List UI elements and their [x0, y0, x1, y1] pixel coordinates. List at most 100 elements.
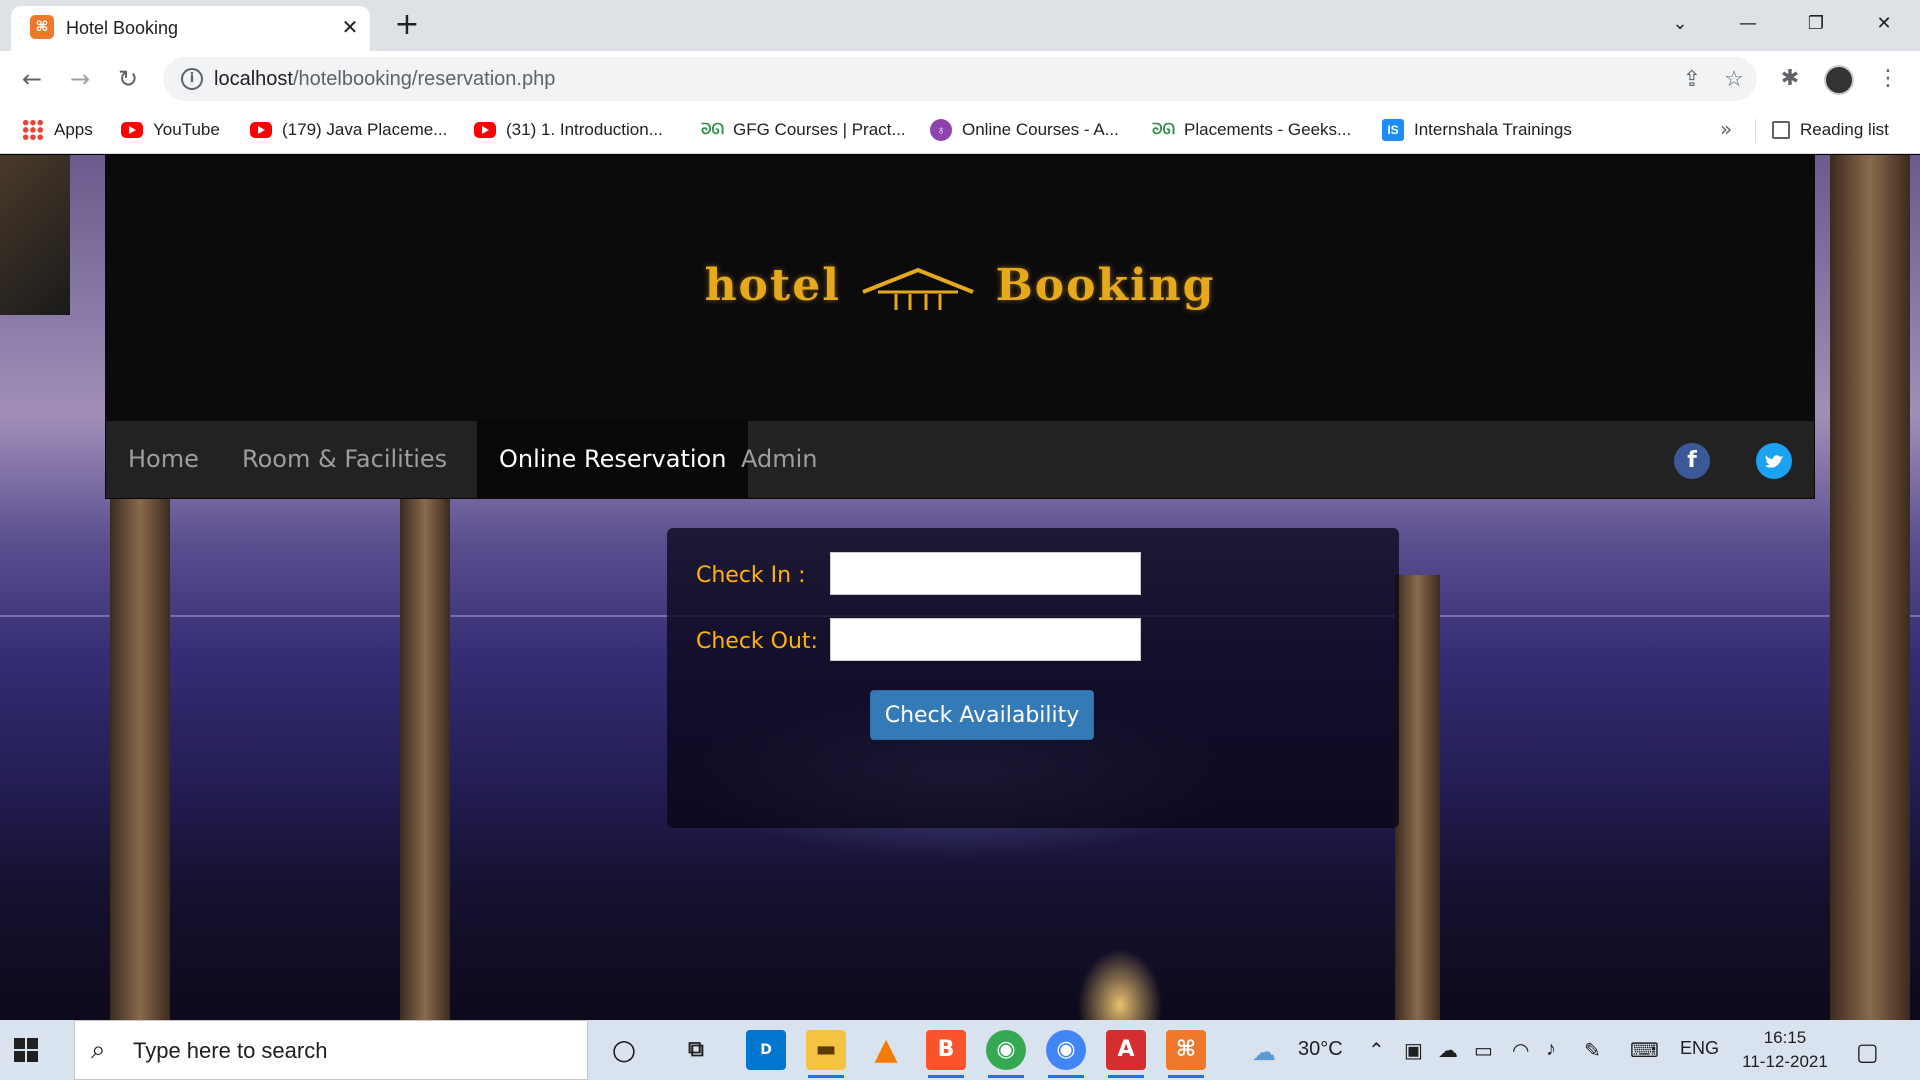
weather-temperature[interactable]: 30°C [1298, 1038, 1343, 1061]
wifi-icon[interactable]: ◠ [1512, 1038, 1529, 1063]
onedrive-cloud-icon[interactable]: ☁ [1438, 1038, 1458, 1063]
bookmark-youtube[interactable]: YouTube [121, 115, 220, 145]
url-path: /hotelbooking/reservation.php [292, 68, 556, 90]
notifications-icon[interactable]: ▢ [1856, 1038, 1879, 1067]
url-text[interactable]: localhost/hotelbooking/reservation.php [214, 68, 555, 91]
site-logo[interactable]: hotel Booking [105, 260, 1815, 314]
windows-taskbar: ⌕ Type here to search ○ ⧉ D ▬ ▲ B ◉ ◉ A … [0, 1020, 1920, 1080]
palm-trunk-decoration [110, 485, 170, 1020]
clock-date: 11-12-2021 [1742, 1052, 1828, 1071]
bookmark-introduction[interactable]: (31) 1. Introduction... [474, 115, 663, 145]
xampp-icon[interactable]: ⌘ [1166, 1030, 1206, 1078]
bookmark-label: (179) Java Placeme... [282, 120, 448, 139]
volume-icon[interactable]: ♪ [1546, 1038, 1556, 1061]
bookmark-internshala[interactable]: IS Internshala Trainings [1382, 115, 1572, 145]
vlc-icon[interactable]: ▲ [866, 1030, 906, 1070]
dell-app-icon[interactable]: D [746, 1030, 786, 1070]
nav-room-facilities[interactable]: Room & Facilities [220, 421, 469, 498]
language-indicator[interactable]: ENG [1680, 1038, 1719, 1059]
nav-home[interactable]: Home [106, 421, 221, 498]
bookmark-star-icon[interactable]: ☆ [1719, 65, 1749, 95]
browser-tab-strip: ⌘ Hotel Booking ✕ + ⌄ — ❐ ✕ [0, 0, 1920, 51]
apps-grid-icon [22, 119, 44, 141]
checkout-input[interactable] [830, 618, 1141, 661]
pen-icon[interactable]: ✎ [1584, 1038, 1601, 1063]
brave-browser-icon[interactable]: B [926, 1030, 966, 1078]
logo-text-booking: Booking [995, 260, 1216, 311]
xampp-favicon-icon: ⌘ [30, 15, 54, 39]
page-background: hotel Booking Home Room & Facilities Onl… [0, 155, 1920, 1020]
youtube-icon [121, 122, 143, 138]
new-tab-button[interactable]: + [390, 9, 424, 43]
url-host: localhost [214, 68, 293, 90]
nav-admin[interactable]: Admin [719, 421, 840, 498]
reading-list-label: Reading list [1800, 120, 1889, 139]
weather-cloud-icon[interactable]: ☁ [1252, 1038, 1276, 1067]
checkout-label: Check Out: [696, 629, 818, 654]
taskbar-search-box[interactable]: ⌕ Type here to search [74, 1020, 588, 1080]
reload-icon[interactable]: ↻ [110, 61, 146, 97]
taskbar-clock[interactable]: 16:15 11-12-2021 [1740, 1026, 1830, 1074]
task-view-icon[interactable]: ⧉ [676, 1030, 716, 1070]
battery-icon[interactable]: ▭ [1474, 1038, 1493, 1063]
tray-chevron-up-icon[interactable]: ⌃ [1368, 1038, 1385, 1063]
active-tab[interactable]: ⌘ Hotel Booking ✕ [11, 6, 370, 51]
bookmarks-bar: Apps YouTube (179) Java Placeme... (31) … [0, 107, 1920, 154]
internshala-icon: IS [1382, 119, 1404, 141]
keyboard-icon[interactable]: ⌨ [1630, 1038, 1659, 1063]
bookmark-java-placement[interactable]: (179) Java Placeme... [250, 115, 447, 145]
forward-arrow-icon[interactable]: → [62, 61, 98, 97]
palm-trunk-decoration [1395, 575, 1440, 1020]
reservation-form: Check In : Check Out: Check Availability [667, 528, 1399, 828]
bookmark-apps[interactable]: Apps [22, 115, 93, 145]
twitter-icon[interactable] [1756, 443, 1792, 479]
palm-leaf-decoration [0, 155, 70, 315]
online-courses-icon: ♁ [930, 119, 952, 141]
tab-close-icon[interactable]: ✕ [337, 14, 363, 40]
facebook-icon[interactable]: f [1674, 443, 1710, 479]
clock-time: 16:15 [1763, 1028, 1807, 1047]
bookmark-label: GFG Courses | Pract... [733, 120, 906, 139]
main-navbar: Home Room & Facilities Online Reservatio… [105, 420, 1815, 499]
windows-start-icon[interactable] [14, 1038, 38, 1062]
share-icon[interactable]: ⇪ [1677, 65, 1707, 95]
taskbar-search-placeholder: Type here to search [133, 1038, 328, 1063]
bookmarks-divider [1755, 119, 1756, 143]
bookmark-label: Online Courses - A... [962, 120, 1119, 139]
bookmarks-overflow-icon[interactable]: » [1720, 117, 1732, 141]
browser-toolbar: ← → ↻ i localhost/hotelbooking/reservati… [0, 51, 1920, 107]
youtube-icon [250, 122, 272, 138]
menu-kebab-icon[interactable]: ⋮ [1870, 61, 1906, 97]
tab-search-chevron-icon[interactable]: ⌄ [1660, 6, 1700, 42]
close-window-button[interactable]: ✕ [1864, 6, 1904, 42]
bookmark-placements-geeks[interactable]: ᘐᘏ Placements - Geeks... [1152, 115, 1351, 145]
back-arrow-icon[interactable]: ← [14, 61, 50, 97]
address-bar[interactable]: i localhost/hotelbooking/reservation.php… [163, 57, 1757, 101]
reading-list-button[interactable]: Reading list [1772, 115, 1889, 145]
bookmark-label: Placements - Geeks... [1184, 120, 1352, 139]
bookmark-label: Internshala Trainings [1414, 120, 1572, 139]
site-info-icon[interactable]: i [181, 68, 203, 90]
adobe-acrobat-icon[interactable]: A [1106, 1030, 1146, 1078]
minimize-button[interactable]: — [1728, 6, 1768, 42]
nav-online-reservation[interactable]: Online Reservation [477, 421, 749, 498]
logo-text-hotel: hotel [704, 260, 841, 311]
bookmark-online-courses[interactable]: ♁ Online Courses - A... [930, 115, 1119, 145]
reading-list-icon [1772, 121, 1790, 139]
site-header: hotel Booking [105, 155, 1815, 420]
gfg-icon: ᘐᘏ [1152, 121, 1176, 138]
checkin-input[interactable] [830, 552, 1141, 595]
file-explorer-icon[interactable]: ▬ [806, 1030, 846, 1078]
restore-button[interactable]: ❐ [1796, 6, 1836, 42]
chrome-icon[interactable]: ◉ [1046, 1030, 1086, 1078]
gfg-icon: ᘐᘏ [701, 121, 725, 138]
profile-avatar[interactable] [1824, 65, 1854, 95]
chrome-profile-icon[interactable]: ◉ [986, 1030, 1026, 1078]
check-availability-button[interactable]: Check Availability [870, 690, 1094, 740]
cortana-icon[interactable]: ○ [604, 1030, 644, 1070]
bookmark-label: (31) 1. Introduction... [506, 120, 663, 139]
extensions-puzzle-icon[interactable]: ✱ [1772, 61, 1808, 97]
meet-now-icon[interactable]: ▣ [1404, 1038, 1423, 1063]
bookmark-gfg-courses[interactable]: ᘐᘏ GFG Courses | Pract... [701, 115, 906, 145]
bookmark-label: Apps [54, 120, 93, 139]
